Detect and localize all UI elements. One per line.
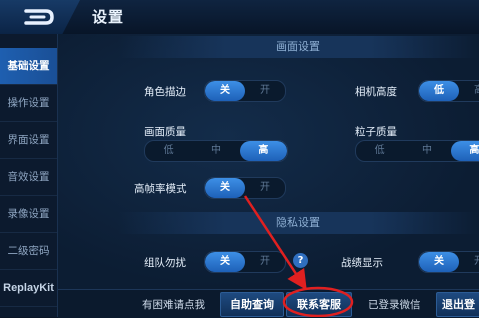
option-off[interactable]: 关 xyxy=(205,252,245,272)
option-on[interactable]: 开 xyxy=(245,81,285,101)
setting-label-quality: 画面质量 xyxy=(144,126,186,138)
option-on[interactable]: 开 xyxy=(459,252,479,272)
option-off[interactable]: 关 xyxy=(419,252,459,272)
toggle-outline[interactable]: 关 开 xyxy=(204,80,286,102)
sidebar-item-recording[interactable]: 录像设置 xyxy=(0,196,57,233)
wechat-login-status: 已登录微信 xyxy=(368,299,421,311)
page-title: 设置 xyxy=(92,8,125,26)
option-high[interactable]: 高 xyxy=(459,81,479,101)
setting-label-outline: 角色描边 xyxy=(144,86,186,98)
option-high[interactable]: 高 xyxy=(450,141,479,161)
setting-label-particle: 粒子质量 xyxy=(355,126,397,138)
option-high[interactable]: 高 xyxy=(239,141,287,161)
help-icon[interactable]: ? xyxy=(293,253,308,268)
settings-panel: 画面设置 角色描边 关 开 相机高度 低 高 画面质量 低 中 高 粒子质量 低… xyxy=(58,34,479,289)
sidebar: 基础设置 操作设置 界面设置 音效设置 录像设置 二级密码 ReplayKit xyxy=(0,34,58,317)
option-on[interactable]: 开 xyxy=(245,252,285,272)
back-button[interactable] xyxy=(0,0,80,34)
option-on[interactable]: 开 xyxy=(245,178,285,198)
toggle-record[interactable]: 关 开 xyxy=(418,251,479,273)
option-mid[interactable]: 中 xyxy=(403,141,450,161)
contact-service-button[interactable]: 联系客服 xyxy=(286,292,352,317)
sidebar-item-controls[interactable]: 操作设置 xyxy=(0,85,57,122)
option-low[interactable]: 低 xyxy=(356,141,403,161)
option-low[interactable]: 低 xyxy=(145,141,192,161)
toggle-team[interactable]: 关 开 xyxy=(204,251,286,273)
sidebar-item-password[interactable]: 二级密码 xyxy=(0,233,57,270)
toggle-camera[interactable]: 低 高 xyxy=(418,80,479,102)
header-bar: 设置 xyxy=(0,0,479,35)
setting-label-team: 组队勿扰 xyxy=(144,257,186,269)
logout-button[interactable]: 退出登 xyxy=(436,292,479,317)
section-title-display: 画面设置 xyxy=(118,36,478,58)
option-low[interactable]: 低 xyxy=(419,81,459,101)
toggle-particle[interactable]: 低 中 高 xyxy=(355,140,479,162)
option-mid[interactable]: 中 xyxy=(192,141,239,161)
sidebar-item-basic[interactable]: 基础设置 xyxy=(0,48,57,85)
setting-label-record: 战绩显示 xyxy=(341,257,383,269)
sidebar-item-sound[interactable]: 音效设置 xyxy=(0,159,57,196)
sidebar-item-replaykit[interactable]: ReplayKit xyxy=(0,270,57,307)
setting-label-camera: 相机高度 xyxy=(355,86,397,98)
option-off[interactable]: 关 xyxy=(205,81,245,101)
toggle-highfps[interactable]: 关 开 xyxy=(204,177,286,199)
setting-label-highfps: 高帧率模式 xyxy=(134,183,187,195)
back-arrow-icon xyxy=(24,9,54,25)
toggle-quality[interactable]: 低 中 高 xyxy=(144,140,288,162)
footer-bar: 有困难请点我 自助查询 联系客服 已登录微信 退出登 xyxy=(58,289,479,318)
section-title-privacy: 隐私设置 xyxy=(118,212,478,234)
sidebar-item-interface[interactable]: 界面设置 xyxy=(0,122,57,159)
option-off[interactable]: 关 xyxy=(205,178,245,198)
help-text: 有困难请点我 xyxy=(142,299,205,311)
self-service-button[interactable]: 自助查询 xyxy=(220,292,284,317)
